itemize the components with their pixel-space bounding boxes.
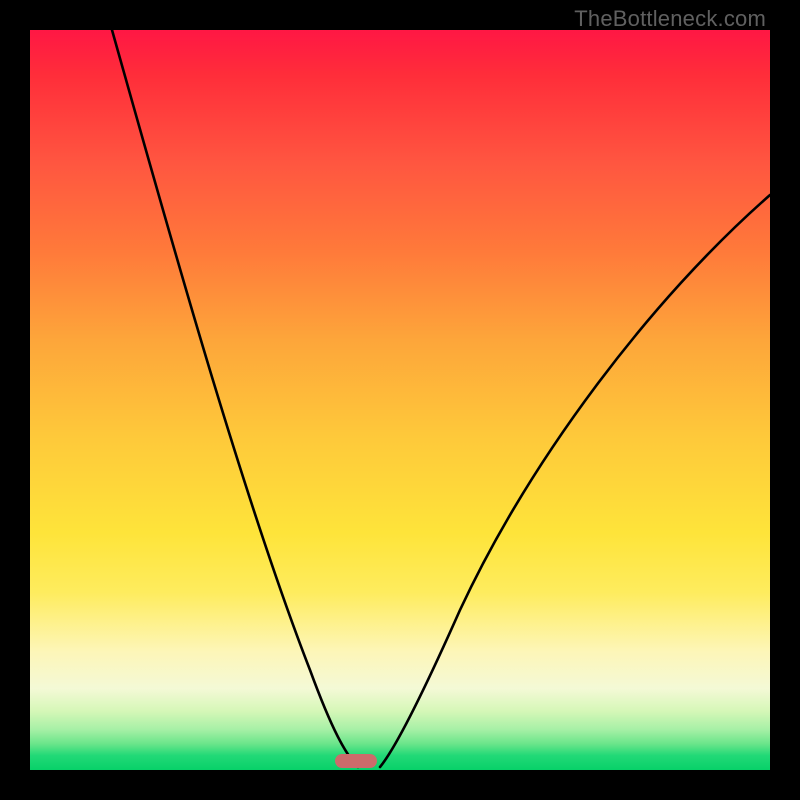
attribution-text: TheBottleneck.com: [574, 6, 766, 32]
curve-left: [112, 30, 358, 767]
curve-right: [380, 195, 770, 767]
plot-area: [30, 30, 770, 770]
chart-frame: TheBottleneck.com: [0, 0, 800, 800]
bottleneck-curves: [30, 30, 770, 770]
min-marker: [335, 754, 377, 768]
